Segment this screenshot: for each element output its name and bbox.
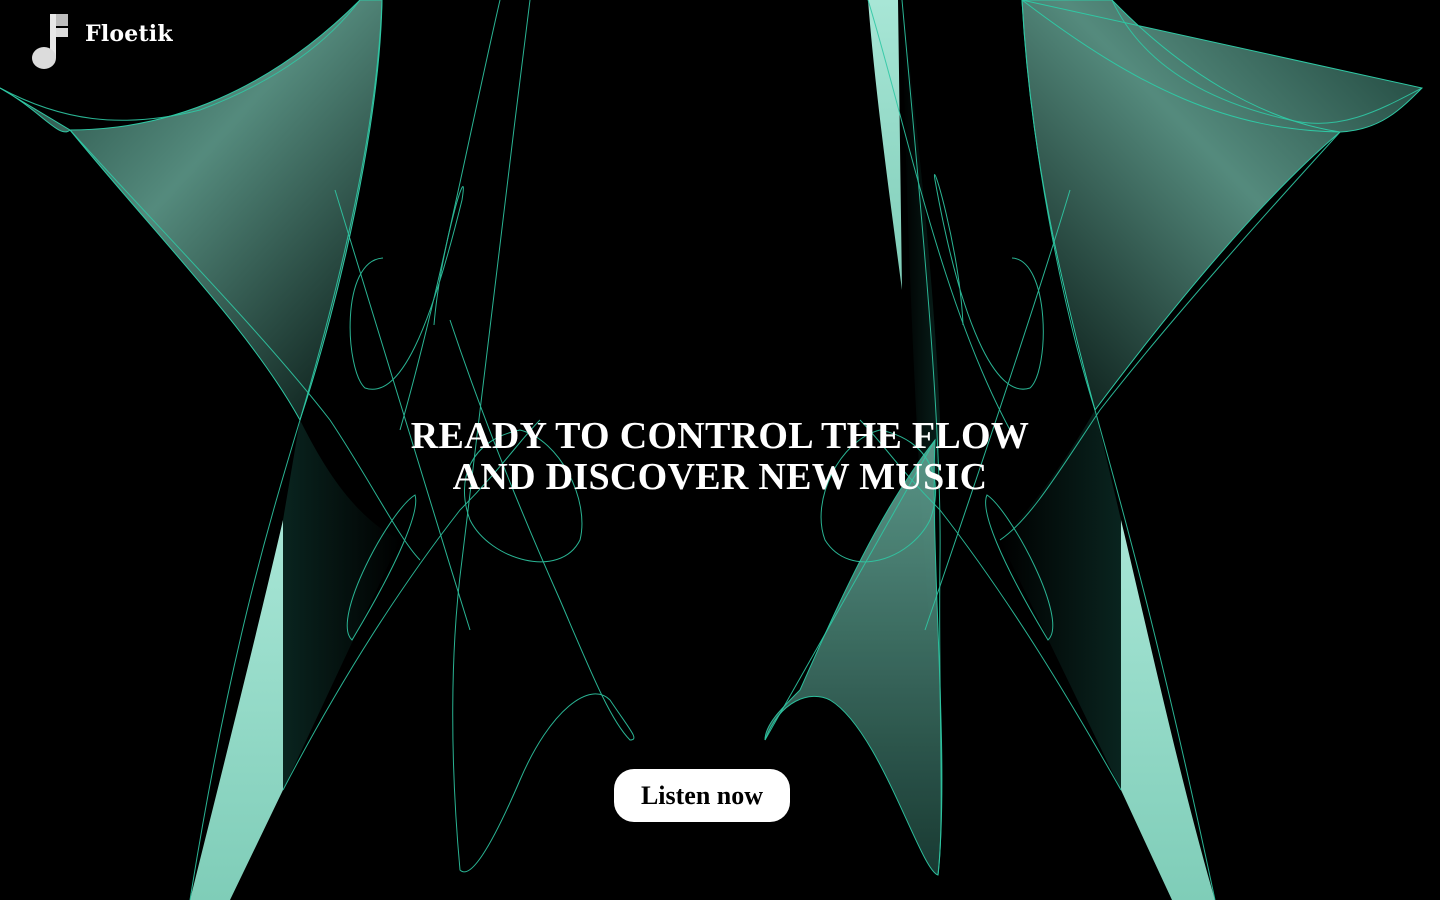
brand-name[interactable]: Floetik [85,20,173,48]
hero-headline-line-2: AND DISCOVER NEW MUSIC [452,456,988,498]
music-note-icon[interactable] [30,12,70,72]
hero-headline: READY TO CONTROL THE FLOW AND DISCOVER N… [0,416,1440,498]
hero-headline-line-1: READY TO CONTROL THE FLOW [410,415,1030,457]
site-header: Floetik [30,12,173,72]
cta-container: Listen now [614,769,790,822]
listen-now-button[interactable]: Listen now [614,769,790,822]
